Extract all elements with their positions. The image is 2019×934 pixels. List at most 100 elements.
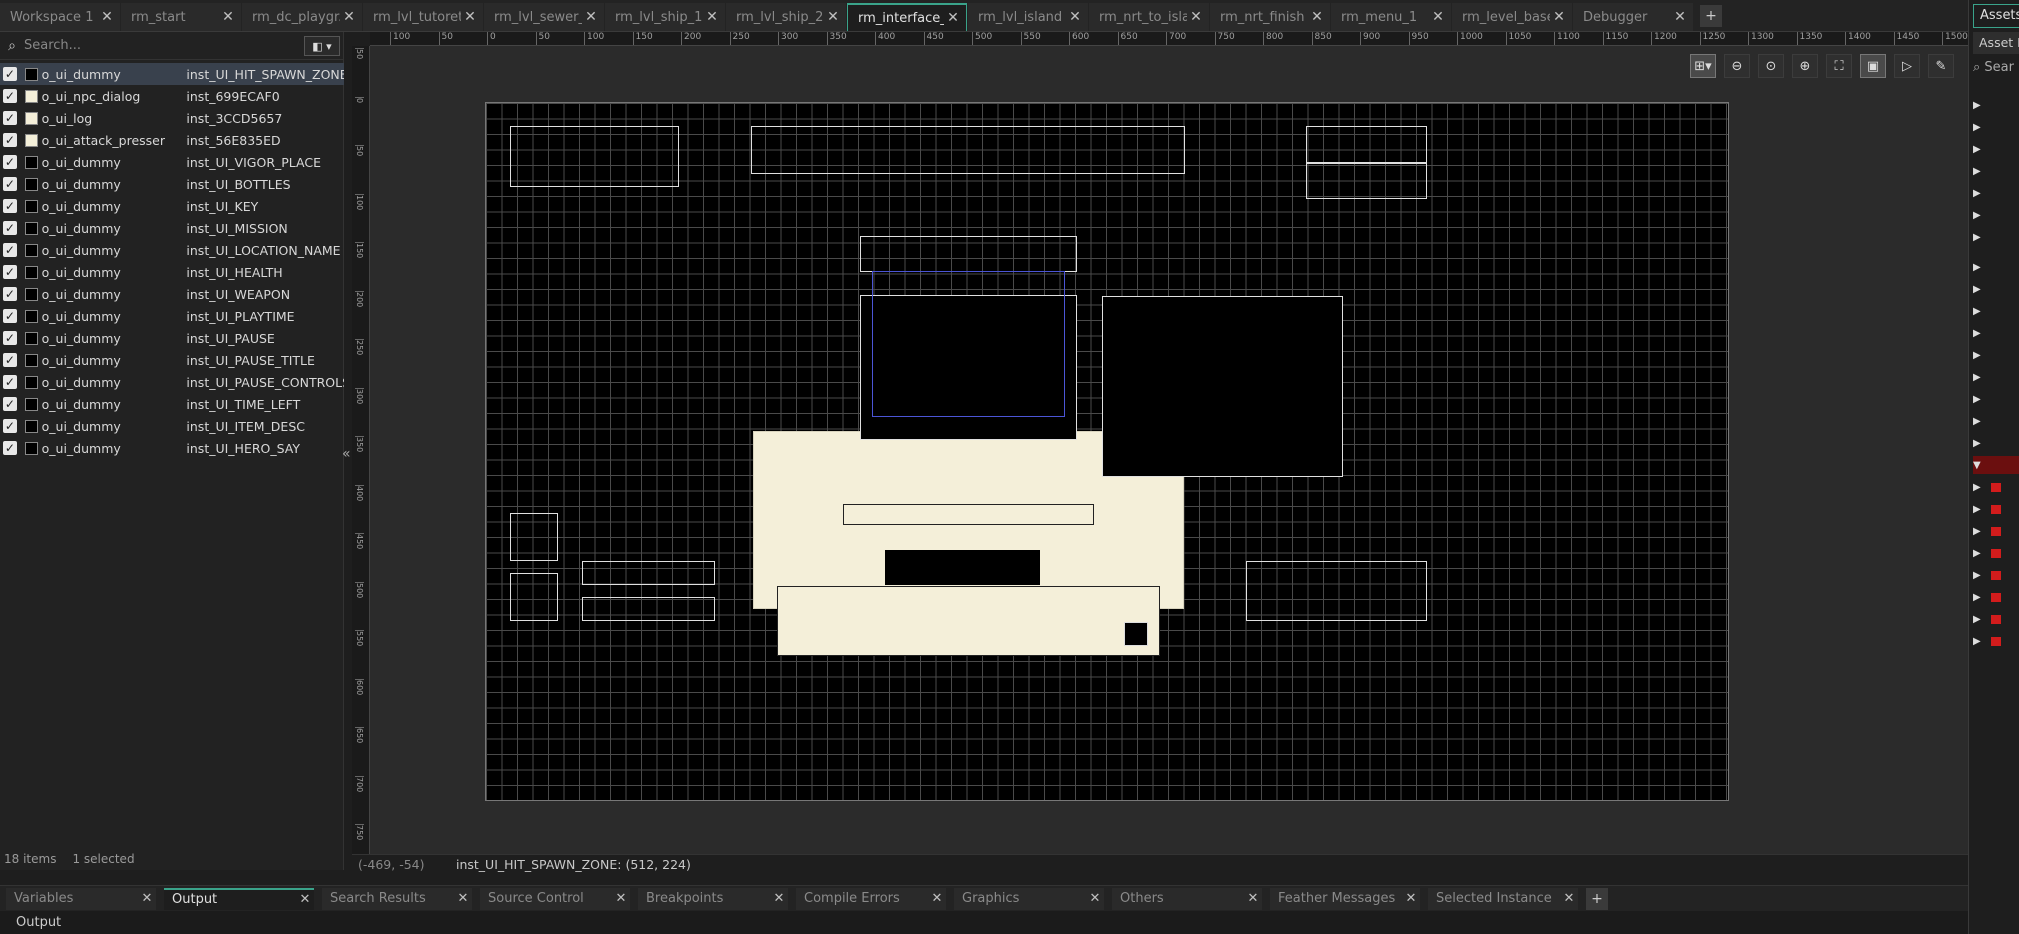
close-icon[interactable]: ✕ xyxy=(296,892,314,907)
bottom-tab[interactable]: Breakpoints ✕ xyxy=(638,887,788,910)
expand-arrow-icon[interactable]: ▶ xyxy=(1973,482,1987,493)
instance-row[interactable]: ✓ o_ui_dummy inst_UI_KEY xyxy=(0,195,344,217)
expand-arrow-icon[interactable]: ▶ xyxy=(1973,570,1987,581)
expand-arrow-icon[interactable]: ▶ xyxy=(1973,100,1987,111)
ui-zone-item-desc[interactable] xyxy=(843,504,1094,525)
instance-row[interactable]: ✓ o_ui_dummy inst_UI_BOTTLES xyxy=(0,173,344,195)
visibility-checkbox[interactable]: ✓ xyxy=(3,67,17,81)
asset-search-field[interactable]: ⌕ Sear xyxy=(1973,60,2019,82)
close-icon[interactable]: ✕ xyxy=(824,9,842,25)
play-icon[interactable]: ▷ xyxy=(1894,54,1920,78)
expand-arrow-icon[interactable]: ▶ xyxy=(1973,166,1987,177)
instance-row[interactable]: ✓ o_ui_dummy inst_UI_PAUSE_CONTROLS xyxy=(0,371,344,393)
asset-tree-row[interactable]: ▶ xyxy=(1973,566,2019,584)
instance-row[interactable]: ✓ o_ui_dummy inst_UI_TIME_LEFT xyxy=(0,393,344,415)
close-icon[interactable]: ✕ xyxy=(612,891,630,906)
asset-tree-row[interactable]: ▶ xyxy=(1973,390,2019,408)
instance-row[interactable]: ✓ o_ui_dummy inst_UI_WEAPON xyxy=(0,283,344,305)
close-icon[interactable]: ✕ xyxy=(1671,9,1689,25)
expand-arrow-icon[interactable]: ▶ xyxy=(1973,350,1987,361)
expand-arrow-icon[interactable]: ▶ xyxy=(1973,394,1987,405)
visibility-checkbox[interactable]: ✓ xyxy=(3,199,17,213)
bottom-tab[interactable]: Source Control ✕ xyxy=(480,887,630,910)
visibility-checkbox[interactable]: ✓ xyxy=(3,221,17,235)
bottom-tab[interactable]: Graphics ✕ xyxy=(954,887,1104,910)
add-tab-button[interactable]: + xyxy=(1700,5,1722,27)
visibility-checkbox[interactable]: ✓ xyxy=(3,309,17,323)
room-tab[interactable]: rm_menu_1 ✕ xyxy=(1331,3,1451,31)
expand-arrow-icon[interactable]: ▶ xyxy=(1973,306,1987,317)
visibility-checkbox[interactable]: ✓ xyxy=(3,111,17,125)
room-tab[interactable]: Debugger ✕ xyxy=(1573,3,1693,31)
close-icon[interactable]: ✕ xyxy=(454,891,472,906)
asset-tree-row[interactable]: ▶ xyxy=(1973,610,2019,628)
room-tab[interactable]: rm_lvl_ship_1 ✕ xyxy=(605,3,725,31)
close-icon[interactable]: ✕ xyxy=(770,891,788,906)
instance-row[interactable]: ✓ o_ui_dummy inst_UI_HIT_SPAWN_ZONE xyxy=(0,63,344,85)
asset-tree-row[interactable]: ▶ xyxy=(1973,258,2019,276)
expand-arrow-icon[interactable]: ▶ xyxy=(1973,210,1987,221)
close-icon[interactable]: ✕ xyxy=(340,9,358,25)
close-icon[interactable]: ✕ xyxy=(1308,9,1326,25)
expand-arrow-icon[interactable]: ▶ xyxy=(1973,438,1987,449)
visibility-checkbox[interactable]: ✓ xyxy=(3,89,17,103)
close-icon[interactable]: ✕ xyxy=(703,9,721,25)
expand-arrow-icon[interactable]: ▶ xyxy=(1973,284,1987,295)
ui-zone-time-left[interactable] xyxy=(1306,163,1427,199)
asset-tree-row[interactable]: ▶ xyxy=(1973,544,2019,562)
bottom-tab[interactable]: Compile Errors ✕ xyxy=(796,887,946,910)
asset-tree-row[interactable]: ▶ xyxy=(1973,368,2019,386)
instance-row[interactable]: ✓ o_ui_dummy inst_UI_LOCATION_NAME xyxy=(0,239,344,261)
expand-arrow-icon[interactable]: ▶ xyxy=(1973,636,1987,647)
bottom-tab[interactable]: Variables ✕ xyxy=(6,887,156,910)
asset-tree-row[interactable]: ▶ xyxy=(1973,632,2019,650)
room-tab[interactable]: rm_level_base ✕ xyxy=(1452,3,1572,31)
visibility-checkbox[interactable]: ✓ xyxy=(3,287,17,301)
asset-tree-row[interactable]: ▶ xyxy=(1973,324,2019,342)
expand-arrow-icon[interactable]: ▶ xyxy=(1973,328,1987,339)
expand-arrow-icon[interactable]: ▶ xyxy=(1973,372,1987,383)
instance-row[interactable]: ✓ o_ui_dummy inst_UI_MISSION xyxy=(0,217,344,239)
visibility-checkbox[interactable]: ✓ xyxy=(3,331,17,345)
bottom-tab[interactable]: Feather Messages ✕ xyxy=(1270,887,1420,910)
expand-arrow-icon[interactable]: ▶ xyxy=(1973,592,1987,603)
visibility-checkbox[interactable]: ✓ xyxy=(3,397,17,411)
ui-zone-hero-say[interactable] xyxy=(1124,622,1148,646)
instance-row[interactable]: ✓ o_ui_dummy inst_UI_ITEM_DESC xyxy=(0,415,344,437)
instance-search-input[interactable] xyxy=(24,34,304,57)
bottom-tab[interactable]: Others ✕ xyxy=(1112,887,1262,910)
ui-zone-pause-controls[interactable] xyxy=(1102,296,1343,477)
instance-row[interactable]: ✓ o_ui_dummy inst_UI_HERO_SAY xyxy=(0,437,344,459)
room-tab[interactable]: rm_lvl_sewer_1✕ xyxy=(484,3,604,31)
add-tab-button[interactable]: + xyxy=(1586,887,1608,910)
room-tab[interactable]: Workspace 1 ✕ xyxy=(0,3,120,31)
assets-tab[interactable]: Assets xyxy=(1973,4,2019,28)
instance-row[interactable]: ✓ o_ui_dummy inst_UI_VIGOR_PLACE xyxy=(0,151,344,173)
asset-tree-row[interactable]: ▶ xyxy=(1973,184,2019,202)
room-tab[interactable]: rm_start ✕ xyxy=(121,3,241,31)
instance-row[interactable]: ✓ o_ui_dummy inst_UI_PAUSE_TITLE xyxy=(0,349,344,371)
ui-zone-mission[interactable] xyxy=(510,126,679,187)
expand-arrow-icon[interactable]: ▶ xyxy=(1973,188,1987,199)
asset-tree-row[interactable]: ▶ xyxy=(1973,346,2019,364)
visibility-checkbox[interactable]: ✓ xyxy=(3,375,17,389)
asset-tree-row[interactable]: ▶ xyxy=(1973,280,2019,298)
close-icon[interactable]: ✕ xyxy=(582,9,600,25)
asset-tree-row[interactable]: ▶ xyxy=(1973,96,2019,114)
close-icon[interactable]: ✕ xyxy=(219,9,237,25)
asset-tree-row[interactable]: ▶ xyxy=(1973,206,2019,224)
visibility-checkbox[interactable]: ✓ xyxy=(3,243,17,257)
visibility-checkbox[interactable]: ✓ xyxy=(3,265,17,279)
close-icon[interactable]: ✕ xyxy=(461,9,479,25)
room-tab[interactable]: rm_nrt_finish ✕ xyxy=(1210,3,1330,31)
asset-browser-tab[interactable]: Asset Browser xyxy=(1973,32,2019,54)
instance-row[interactable]: ✓ o_ui_log inst_3CCD5657 xyxy=(0,107,344,129)
ui-zone-health[interactable] xyxy=(582,561,715,585)
zoom-reset-icon[interactable]: ⊙ xyxy=(1758,54,1784,78)
bottom-tab[interactable]: Search Results ✕ xyxy=(322,887,472,910)
asset-tree-row[interactable]: ▶ xyxy=(1973,118,2019,136)
expand-arrow-icon[interactable]: ▶ xyxy=(1973,504,1987,515)
close-icon[interactable]: ✕ xyxy=(944,10,962,26)
asset-tree-row[interactable]: ▶ xyxy=(1973,434,2019,452)
dropper-icon[interactable]: ✎ xyxy=(1928,54,1954,78)
